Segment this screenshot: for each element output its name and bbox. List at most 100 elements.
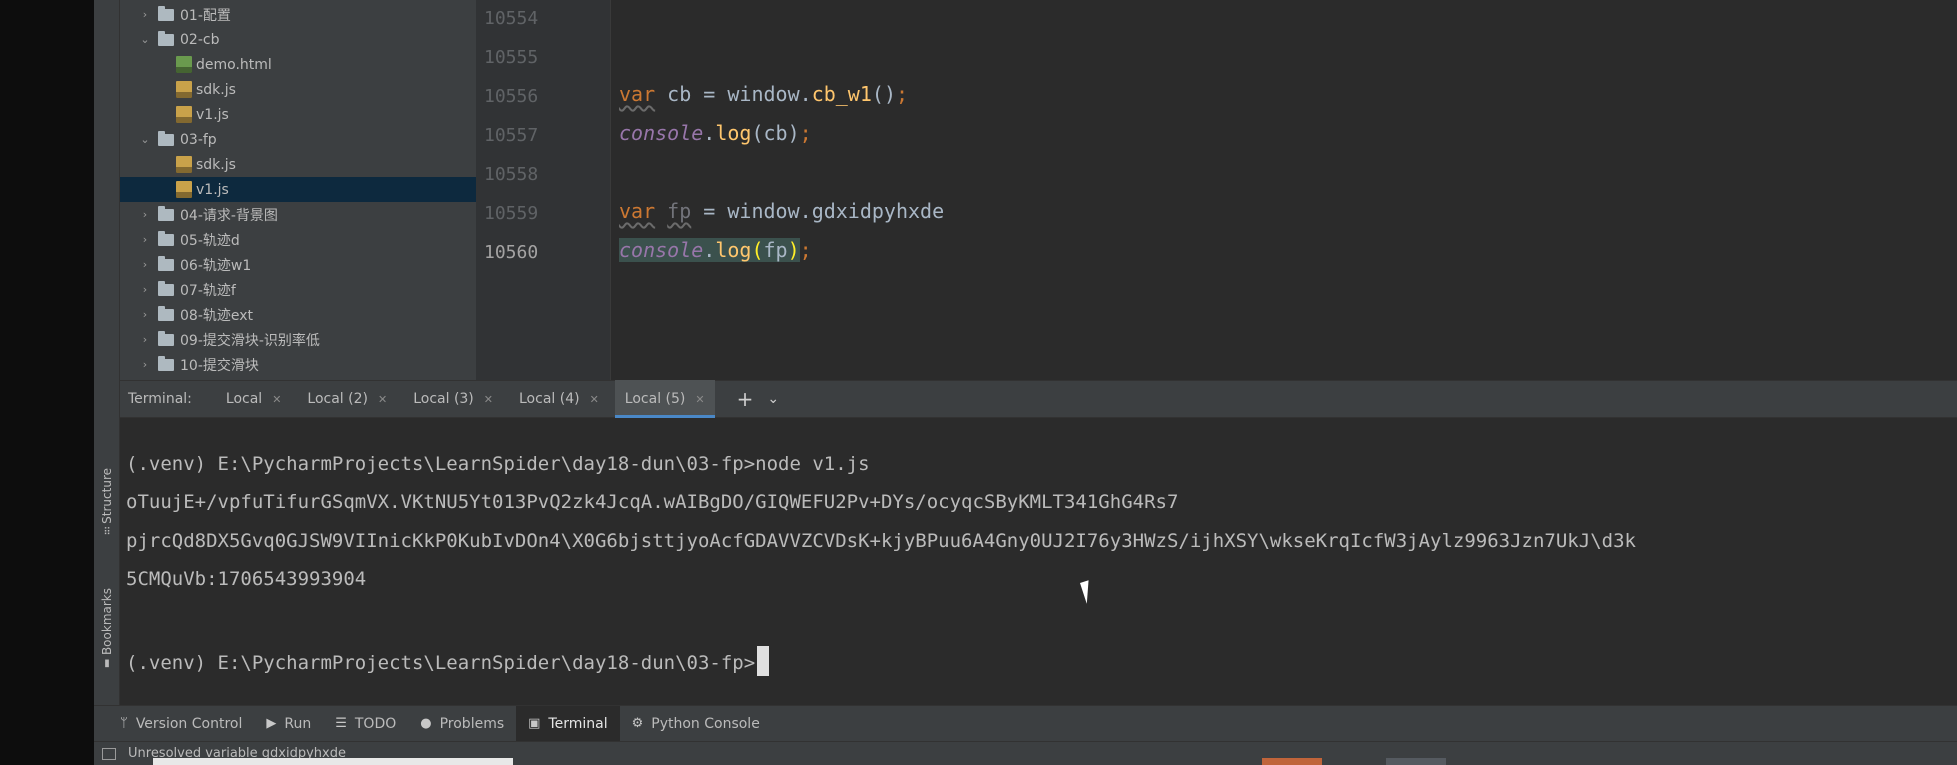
line-number: 10559 — [484, 203, 539, 224]
tree-item-label: sdk.js — [196, 81, 236, 98]
tree-item[interactable]: › 01-配置 — [120, 2, 476, 27]
close-icon[interactable]: ✕ — [484, 393, 493, 406]
structure-tab[interactable]: Structure ⠿ — [94, 468, 120, 538]
bookmark-icon: ▮ — [104, 658, 110, 670]
code-line-10560: console.log(fp); — [619, 238, 812, 262]
tree-item-label: v1.js — [196, 181, 229, 198]
tool-window-problems[interactable]: ● Problems — [408, 706, 516, 742]
add-tab-icon[interactable]: + — [737, 387, 754, 411]
taskbar-strip — [153, 758, 513, 765]
bottom-tool-bar: ᛘ Version Control ▶ Run ☰ TODO ● Problems ▣ Termi… — [94, 705, 1957, 742]
branch-icon: ᛘ — [120, 716, 128, 731]
chevron-right-icon[interactable]: › — [138, 333, 152, 346]
global-console: console — [619, 121, 704, 145]
tree-item[interactable]: › 08-轨迹ext — [120, 302, 476, 327]
tree-item[interactable]: › 10-提交滑块 — [120, 352, 476, 377]
tool-window-label: Version Control — [135, 715, 243, 732]
tool-window-version-control[interactable]: ᛘ Version Control — [108, 706, 254, 742]
dot: . — [703, 121, 716, 145]
tree-item-label: demo.html — [196, 56, 272, 73]
code-line-10557: console.log(cb); — [619, 121, 812, 145]
js-file-icon — [176, 156, 192, 173]
terminal-tab-label: Local — [225, 391, 263, 407]
tree-item[interactable]: v1.js — [120, 102, 476, 127]
chevron-down-icon[interactable]: ⌄ — [138, 133, 152, 146]
tree-item[interactable]: ⌄ 02-cb — [120, 27, 476, 52]
tool-window-label: Terminal — [548, 715, 608, 732]
folder-icon — [158, 355, 174, 371]
terminal-line: (.venv) E:\PycharmProjects\LearnSpider\d… — [126, 453, 870, 475]
tree-item[interactable]: ⌄ 03-fp — [120, 127, 476, 152]
identifier: window — [715, 82, 800, 106]
tool-window-todo[interactable]: ☰ TODO — [323, 706, 408, 742]
status-window-icon[interactable] — [102, 747, 116, 760]
terminal-tab[interactable]: Local (3) ✕ — [403, 380, 503, 418]
line-number: 10557 — [484, 125, 539, 146]
left-black-border — [0, 0, 94, 765]
close-icon[interactable]: ✕ — [378, 393, 387, 406]
todo-icon: ☰ — [335, 716, 347, 731]
chevron-down-icon[interactable]: ⌄ — [138, 33, 152, 46]
tree-item[interactable]: › 05-轨迹d — [120, 227, 476, 252]
tree-item[interactable]: › 09-提交滑块-识别率低 — [120, 327, 476, 352]
tree-item[interactable]: v1.js — [120, 177, 476, 202]
tree-item-label: 09-提交滑块-识别率低 — [180, 332, 320, 349]
chevron-down-icon[interactable]: ⌄ — [767, 391, 779, 407]
tree-item[interactable]: sdk.js — [120, 152, 476, 177]
terminal-tab[interactable]: Local (2) ✕ — [297, 380, 397, 418]
text-cursor — [757, 646, 770, 676]
identifier-unused: fp — [667, 199, 692, 223]
property-unresolved: gdxidpyhxde — [811, 199, 945, 223]
terminal-tab[interactable]: Local (4) ✕ — [509, 380, 609, 418]
folder-icon — [158, 30, 174, 46]
chevron-right-icon[interactable]: › — [138, 308, 152, 321]
tool-window-label: Problems — [439, 715, 505, 732]
terminal-tab-label: Local (3) — [413, 391, 474, 407]
code-editor[interactable]: var cb = window.cb_w1(); console.log(cb)… — [611, 0, 1957, 380]
tree-item[interactable]: › 06-轨迹w1 — [120, 252, 476, 277]
tool-window-run[interactable]: ▶ Run — [254, 706, 323, 742]
tree-item-label: sdk.js — [196, 156, 236, 173]
terminal-tab[interactable]: Local (5) ✕ — [614, 380, 715, 418]
tree-item[interactable]: demo.html — [120, 52, 476, 77]
terminal-tab-label: Local (4) — [519, 391, 580, 407]
tree-item[interactable]: › 04-请求-背景图 — [120, 202, 476, 227]
structure-tab-label: Structure — [100, 468, 114, 524]
paren-close: ) — [787, 238, 800, 262]
chevron-right-icon[interactable]: › — [138, 358, 152, 371]
folder-icon — [158, 205, 174, 221]
operator: = — [703, 82, 716, 106]
chevron-right-icon[interactable]: › — [138, 258, 152, 271]
call-parens: () — [871, 82, 896, 106]
tool-window-terminal[interactable]: ▣ Terminal — [516, 705, 620, 742]
chevron-right-icon[interactable]: › — [138, 208, 152, 221]
folder-icon — [158, 280, 174, 296]
chevron-right-icon[interactable]: › — [138, 283, 152, 296]
line-number: 10554 — [484, 8, 539, 29]
folder-icon — [158, 230, 174, 246]
terminal-tab[interactable]: Local ✕ — [216, 380, 292, 418]
line-number: 10556 — [484, 86, 539, 107]
terminal-line-text: (.venv) E:\PycharmProjects\LearnSpider\d… — [126, 652, 756, 674]
terminal-line-text: oTuujE+/vpfuTifurGSqmVX.VKtNU5Yt013PvQ2z… — [126, 491, 1179, 513]
terminal-line-text: (.venv) E:\PycharmProjects\LearnSpider\d… — [126, 453, 870, 475]
folder-icon — [158, 255, 174, 271]
dot: . — [799, 82, 812, 106]
tree-item[interactable]: sdk.js — [120, 77, 476, 102]
chevron-right-icon[interactable]: › — [138, 8, 152, 21]
close-icon[interactable]: ✕ — [695, 393, 704, 406]
editor-gutter: 10554 10555 10556 10557 10558 10559 10560 — [476, 0, 611, 380]
tool-window-python-console[interactable]: ⚙ Python Console — [620, 706, 772, 742]
js-file-icon — [176, 181, 192, 198]
folder-icon — [158, 305, 174, 321]
line-number: 10560 — [484, 242, 539, 263]
bookmarks-tab[interactable]: Bookmarks ▮ — [94, 588, 120, 669]
chevron-right-icon[interactable]: › — [138, 233, 152, 246]
terminal-output[interactable]: (.venv) E:\PycharmProjects\LearnSpider\d… — [120, 418, 1957, 705]
tree-item-label: 07-轨迹f — [180, 282, 236, 299]
tree-item-label: 01-配置 — [180, 7, 231, 24]
close-icon[interactable]: ✕ — [272, 393, 281, 406]
tree-item[interactable]: › 07-轨迹f — [120, 277, 476, 302]
close-icon[interactable]: ✕ — [590, 393, 599, 406]
